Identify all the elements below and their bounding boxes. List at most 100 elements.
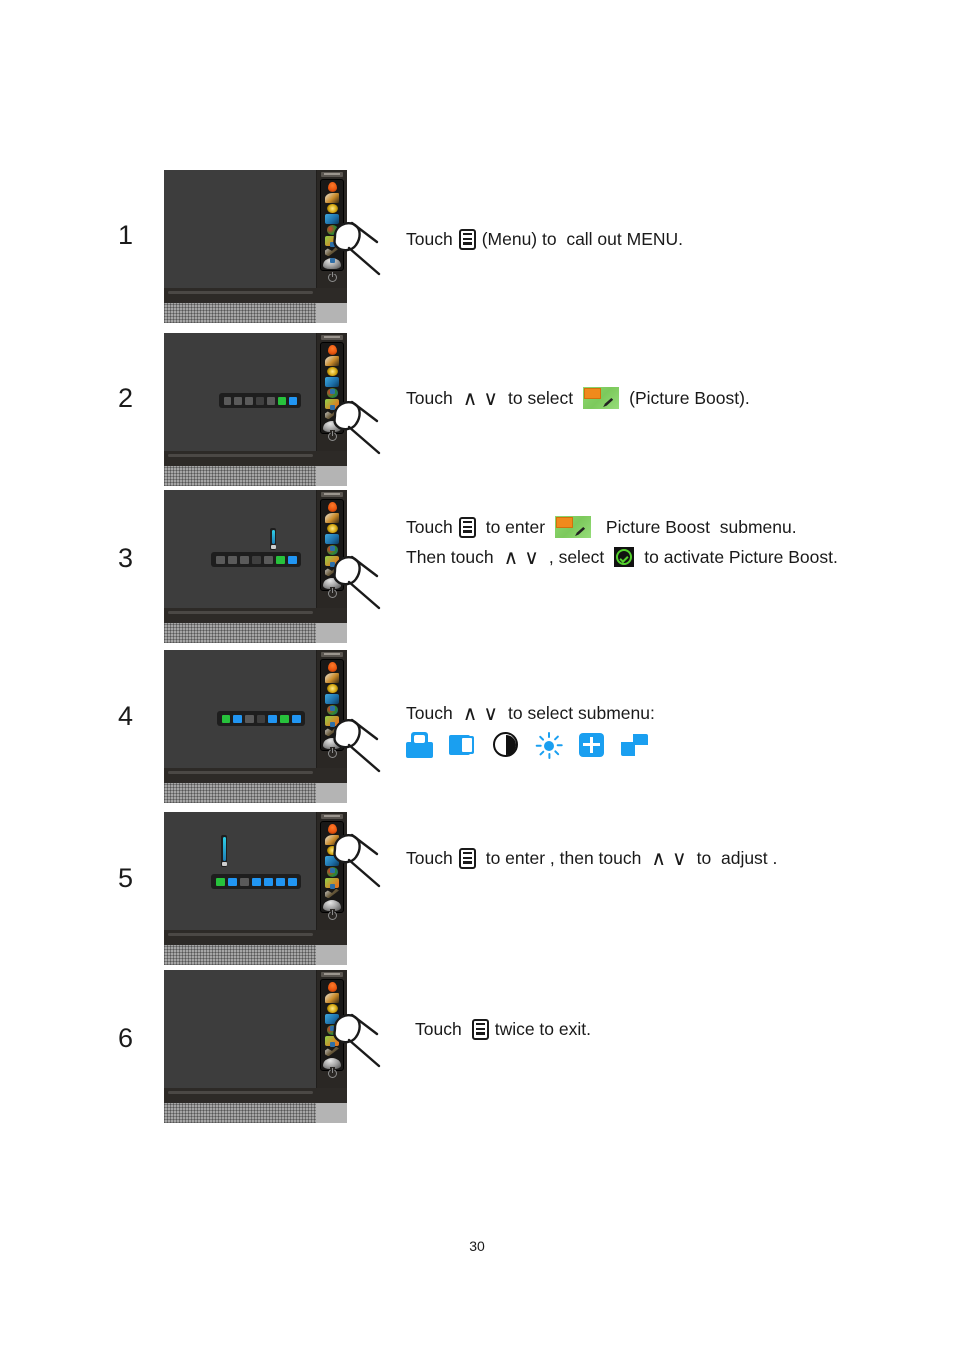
luminance-icon: [327, 662, 337, 672]
osd-item-exit: [287, 877, 297, 886]
image-setup-icon: [325, 992, 339, 1003]
monitor-screen: [164, 333, 317, 451]
page-number: 30: [469, 1238, 485, 1254]
monitor-bottom-bezel: [164, 608, 347, 623]
osd-main-bar: [211, 874, 301, 889]
step-6: 6 Touch twice to exit.: [118, 970, 591, 1123]
step-2-text-b: to select: [507, 388, 574, 408]
monitor-panel: [164, 490, 347, 608]
luminance-icon: [327, 182, 337, 192]
monitor-bottom-bezel: [164, 288, 347, 303]
power-icon[interactable]: [328, 1067, 337, 1078]
monitor-panel: [164, 650, 347, 768]
step-2-instruction: Touch ∧ ∨ to select (Picture Boost).: [406, 383, 750, 413]
osd-item-osd-setup: [263, 877, 273, 886]
step-number: 1: [118, 220, 134, 250]
frame-size-icon[interactable]: [449, 732, 476, 758]
monitor-panel: [164, 812, 347, 930]
frame-position-icon[interactable]: [578, 732, 605, 758]
luminance-icon: [327, 982, 337, 992]
monitor-bottom-bezel: [164, 1088, 347, 1103]
manual-page: 1 Touch (Menu) to call out MENU. 2 Touch…: [0, 0, 954, 1350]
indicator-dot-down[interactable]: [330, 1042, 335, 1047]
chevron-up-icon: ∧: [503, 545, 519, 569]
monitor-side-bezel: [316, 650, 347, 768]
monitor-base-right: [316, 466, 347, 486]
step-1-instruction: Touch (Menu) to call out MENU.: [406, 224, 683, 254]
frame-corner-icon[interactable]: [621, 732, 648, 758]
indicator-dot-up[interactable]: [330, 868, 335, 873]
step-6-text-b: twice to exit.: [494, 1019, 591, 1039]
osd-item-luminance: [223, 396, 232, 405]
step-number: 2: [118, 383, 134, 413]
color-setup-icon: [326, 203, 338, 214]
step-1-text-b: (Menu) to call out MENU.: [481, 229, 684, 249]
indicator-dot-down[interactable]: [330, 258, 335, 263]
monitor-side-bezel: [316, 970, 347, 1088]
osd-icon-strip: [320, 342, 344, 434]
reset-icon: [325, 566, 339, 577]
osd-main-bar: [211, 552, 301, 567]
monitor-side-bezel: [316, 490, 347, 608]
step-3-text-f: to activate Picture Boost.: [644, 547, 838, 567]
power-icon[interactable]: [328, 747, 337, 758]
indicator-dot-down[interactable]: [330, 405, 335, 410]
step-3-instruction: Touch to enter Picture Boost submenu. Th…: [406, 512, 838, 572]
picture-boost-icon: [555, 516, 592, 538]
osd-item-exit: [287, 555, 297, 564]
bright-frame-icon[interactable]: [406, 732, 433, 758]
menu-glyph-icon: [458, 847, 476, 869]
osd-item-image-setup: [227, 877, 237, 886]
indicator-dot-down[interactable]: [330, 884, 335, 889]
step-number: 6: [118, 1023, 134, 1053]
step-4-text-a: Touch: [406, 703, 453, 723]
monitor-screen: [164, 970, 317, 1088]
osd-icon-strip: [320, 659, 344, 751]
step-5-text-a: Touch: [406, 848, 453, 868]
monitor-base-right: [316, 303, 347, 323]
power-icon[interactable]: [328, 430, 337, 441]
step-3-text-b: to enter: [485, 517, 546, 537]
osd-item-luminance: [215, 555, 225, 564]
step-4-text-b: to select submenu:: [507, 703, 655, 723]
indicator-dot-up[interactable]: [330, 1026, 335, 1031]
monitor-illustration-6: [164, 970, 381, 1123]
image-setup-icon: [325, 512, 339, 523]
luminance-icon: [327, 824, 337, 834]
chevron-up-icon: ∧: [462, 386, 478, 410]
picture-boost-menu-icon: [325, 856, 339, 867]
chevron-down-icon: ∨: [672, 846, 687, 870]
indicator-dot-up[interactable]: [330, 389, 335, 394]
aoc-logo: [321, 335, 343, 340]
step-1-text-a: Touch: [406, 229, 453, 249]
brightness-icon[interactable]: [535, 732, 563, 759]
indicator-dot-down[interactable]: [330, 562, 335, 567]
picture-boost-menu-icon: [325, 534, 339, 545]
luminance-icon: [327, 502, 337, 512]
reset-icon: [325, 246, 339, 257]
step-5-instruction: Touch to enter , then touch ∧ ∨ to adjus…: [406, 843, 777, 873]
step-3: 3 Touch to enter Picture Boost submenu. …: [118, 490, 838, 643]
monitor-screen: [164, 170, 317, 288]
osd-item-picture-boost: [275, 877, 285, 886]
indicator-dot-up[interactable]: [330, 546, 335, 551]
osd-icon-strip: [320, 499, 344, 591]
step-2-text-c: (Picture Boost).: [629, 388, 750, 408]
indicator-dot-up[interactable]: [330, 706, 335, 711]
indicator-dot-down[interactable]: [330, 722, 335, 727]
step-3-text-e: , select: [548, 547, 605, 567]
power-icon[interactable]: [328, 587, 337, 598]
monitor-screen: [164, 650, 317, 768]
monitor-base-grille: [164, 623, 316, 643]
osd-vertical-slider[interactable]: [221, 835, 227, 867]
color-setup-icon: [326, 845, 338, 856]
picture-boost-icon: [583, 387, 620, 409]
contrast-icon[interactable]: [492, 732, 519, 758]
step-6-text-a: Touch: [415, 1019, 462, 1039]
indicator-dot-up[interactable]: [330, 242, 335, 247]
power-icon[interactable]: [328, 271, 337, 282]
step-number: 3: [118, 543, 134, 573]
chevron-up-icon: ∧: [462, 701, 478, 725]
power-icon[interactable]: [328, 909, 337, 920]
osd-icon-strip: [320, 979, 344, 1071]
